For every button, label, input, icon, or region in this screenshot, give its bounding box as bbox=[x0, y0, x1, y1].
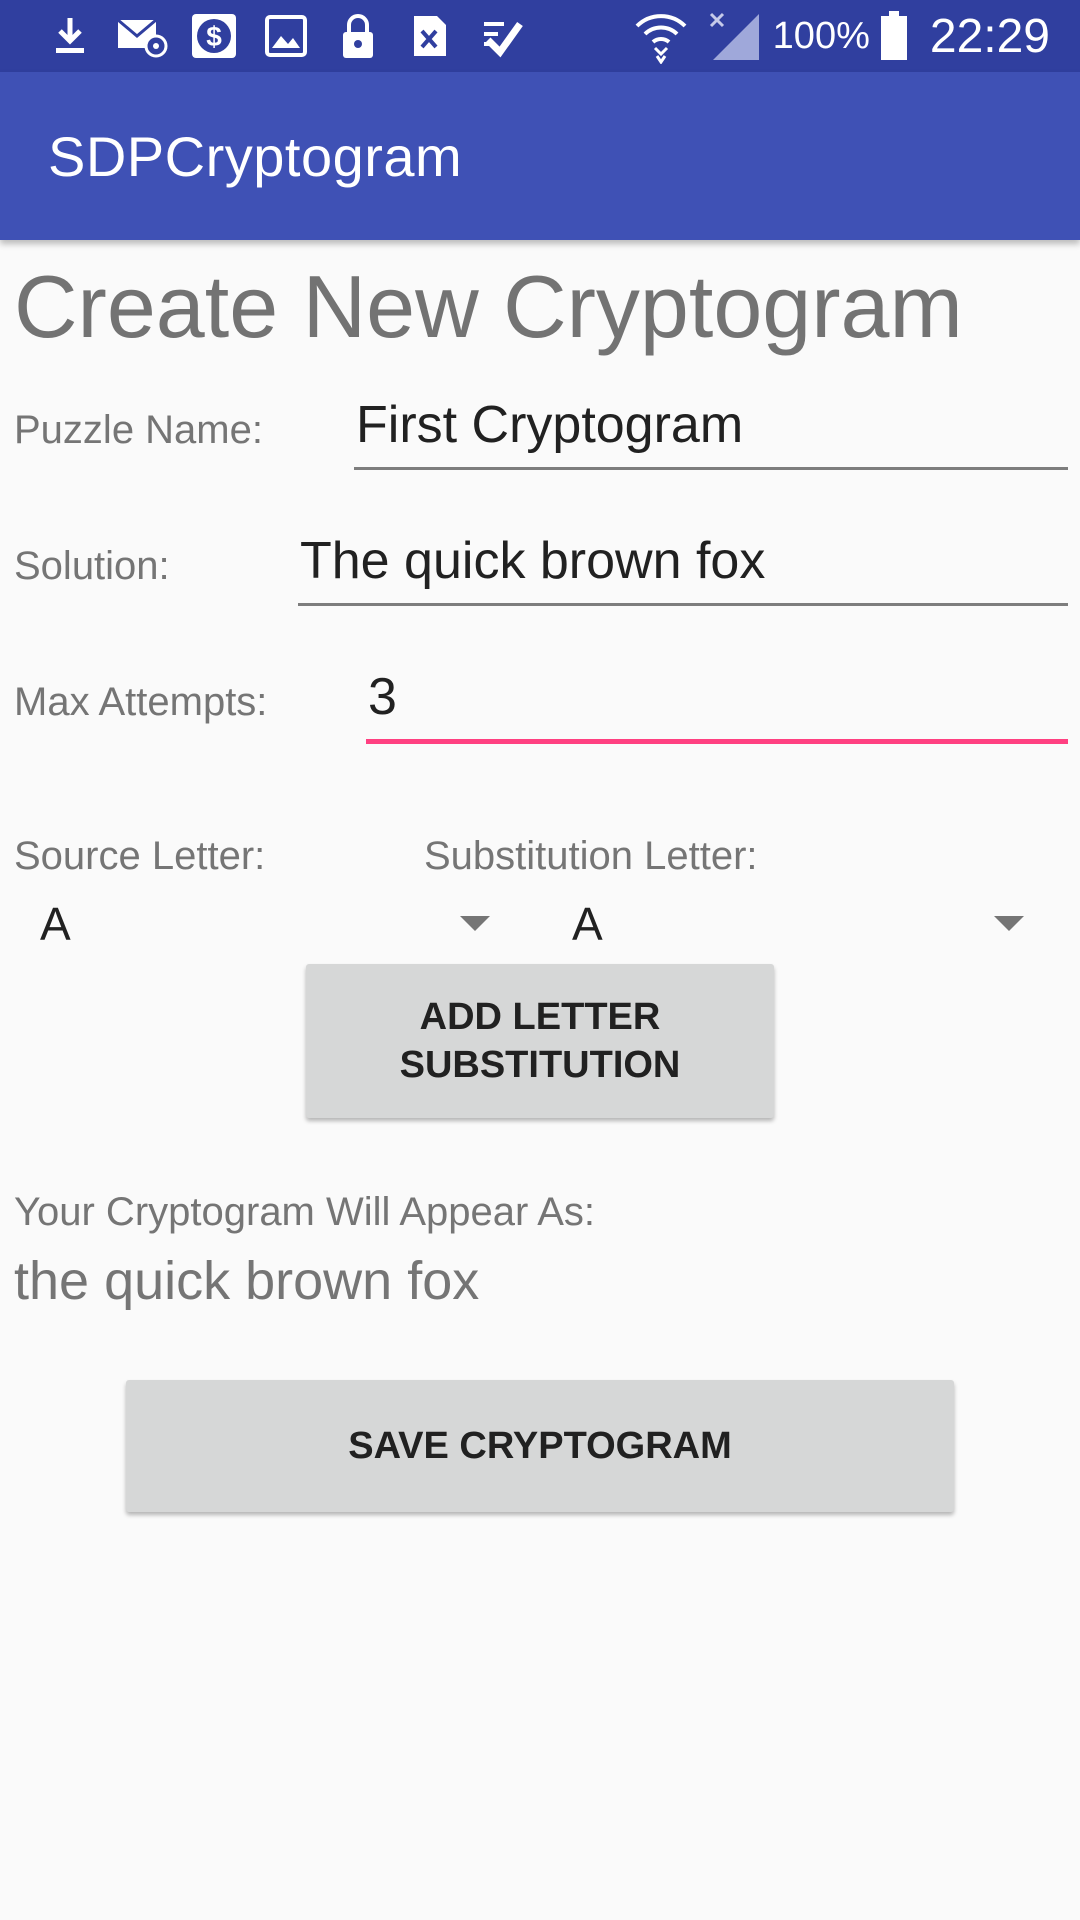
notification-icons: $ bbox=[34, 10, 538, 62]
source-letter-spinner[interactable]: A bbox=[14, 894, 490, 954]
svg-text:$: $ bbox=[206, 21, 222, 52]
max-attempts-label: Max Attempts: bbox=[14, 680, 268, 724]
source-letter-value: A bbox=[40, 898, 71, 950]
tasks-icon bbox=[466, 10, 538, 62]
system-icons: 100% 22:29 bbox=[633, 6, 1050, 66]
lock-icon bbox=[322, 10, 394, 62]
preview-text: the quick brown fox bbox=[14, 1251, 480, 1311]
dropdown-arrow-icon bbox=[994, 916, 1024, 931]
battery-icon bbox=[880, 11, 907, 60]
substitution-letter-value: A bbox=[572, 898, 603, 950]
status-bar: $ 100% 22:29 bbox=[0, 0, 1080, 72]
file-excel-icon bbox=[394, 10, 466, 62]
app-title: SDPCryptogram bbox=[48, 125, 463, 188]
max-attempts-input[interactable]: 3 bbox=[366, 668, 1068, 744]
wifi-icon bbox=[635, 14, 687, 64]
substitution-letter-spinner[interactable]: A bbox=[546, 894, 1024, 954]
download-icon bbox=[34, 10, 106, 62]
image-icon bbox=[250, 10, 322, 62]
solution-label: Solution: bbox=[14, 544, 170, 588]
email-icon bbox=[106, 10, 178, 62]
add-letter-substitution-button[interactable]: ADD LETTER SUBSTITUTION bbox=[306, 964, 774, 1118]
signal-icon bbox=[709, 12, 759, 60]
substitution-letter-label: Substitution Letter: bbox=[424, 834, 758, 878]
save-cryptogram-button[interactable]: SAVE CRYPTOGRAM bbox=[126, 1380, 954, 1512]
preview-label: Your Cryptogram Will Appear As: bbox=[14, 1190, 595, 1234]
dropdown-arrow-icon bbox=[460, 916, 490, 931]
puzzle-name-label: Puzzle Name: bbox=[14, 408, 263, 452]
source-letter-label: Source Letter: bbox=[14, 834, 266, 878]
clock: 22:29 bbox=[929, 9, 1050, 63]
puzzle-name-input[interactable]: First Cryptogram bbox=[354, 396, 1068, 470]
payment-icon: $ bbox=[178, 10, 250, 62]
solution-input[interactable]: The quick brown fox bbox=[298, 532, 1068, 606]
app-bar: SDPCryptogram bbox=[0, 72, 1080, 240]
battery-percent: 100% bbox=[772, 14, 870, 57]
page-title: Create New Cryptogram bbox=[14, 257, 963, 356]
